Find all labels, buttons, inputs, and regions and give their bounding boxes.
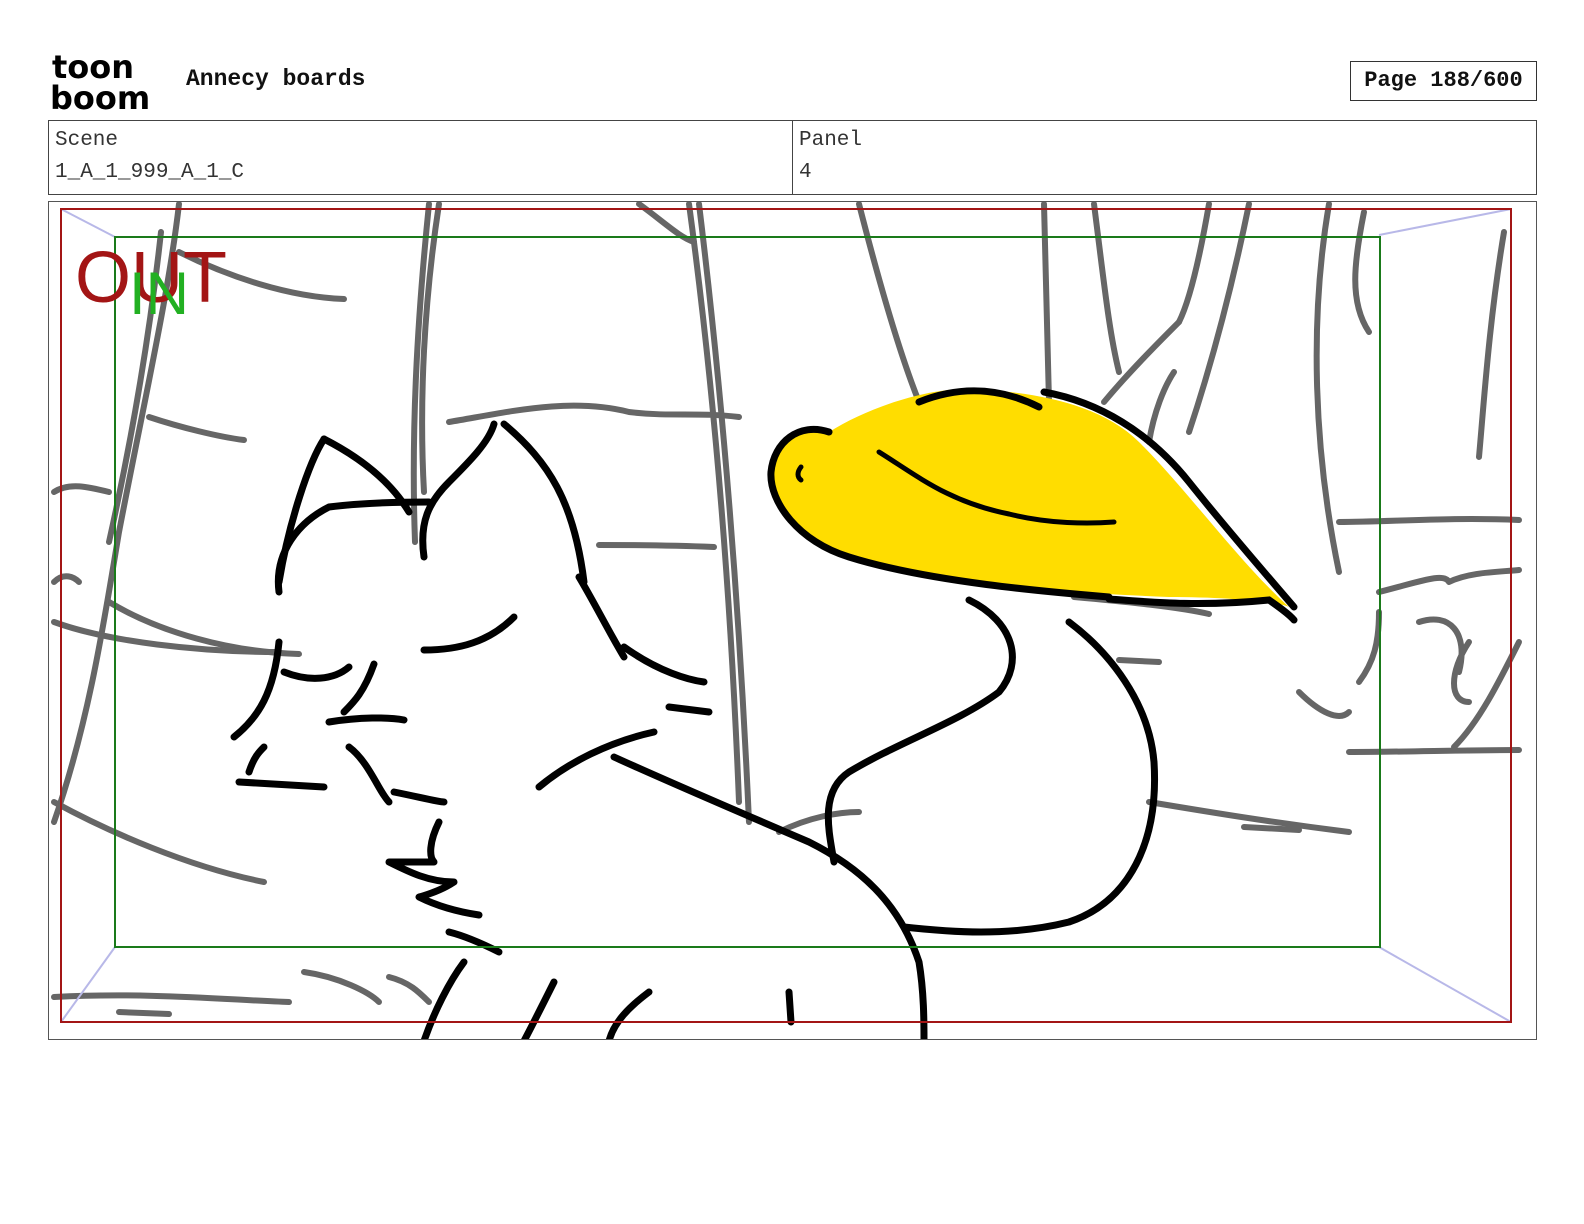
toon-boom-logo: toon boom	[50, 50, 150, 112]
logo-text-bottom: boom	[50, 79, 150, 112]
panel-drawing: OUT IN	[51, 202, 1522, 1039]
panel-value: 4	[799, 161, 812, 184]
panel-label: Panel	[799, 129, 863, 152]
hat-sketch	[767, 387, 1298, 624]
project-title: Annecy boards	[186, 66, 366, 92]
background-sketch	[51, 202, 1522, 1017]
scene-cell: Scene 1_A_1_999_A_1_C	[49, 121, 792, 194]
scene-label: Scene	[55, 129, 119, 152]
storyboard-panel-image: OUT IN	[48, 201, 1537, 1040]
scene-value: 1_A_1_999_A_1_C	[55, 161, 245, 184]
scene-panel-info: Scene 1_A_1_999_A_1_C Panel 4	[48, 120, 1537, 195]
in-label: IN	[129, 260, 189, 327]
page-indicator: Page 188/600	[1350, 61, 1537, 101]
panel-cell: Panel 4	[792, 121, 1536, 194]
